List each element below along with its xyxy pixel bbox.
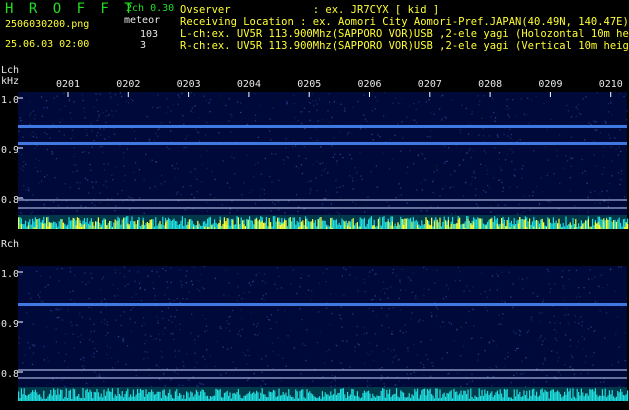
- rch-level-meter: [18, 387, 629, 401]
- lch-carrier-0: [18, 125, 627, 128]
- lch-spectrogram-panel: [18, 92, 629, 229]
- rch-carrier-0: [18, 303, 627, 306]
- lch-level-meter: [18, 215, 629, 229]
- spectrogram: [18, 92, 629, 401]
- lch-background: [18, 92, 627, 215]
- rch-spectrogram-panel: [18, 266, 629, 401]
- lch-carrier-1: [18, 142, 627, 145]
- rch-background: [18, 266, 627, 387]
